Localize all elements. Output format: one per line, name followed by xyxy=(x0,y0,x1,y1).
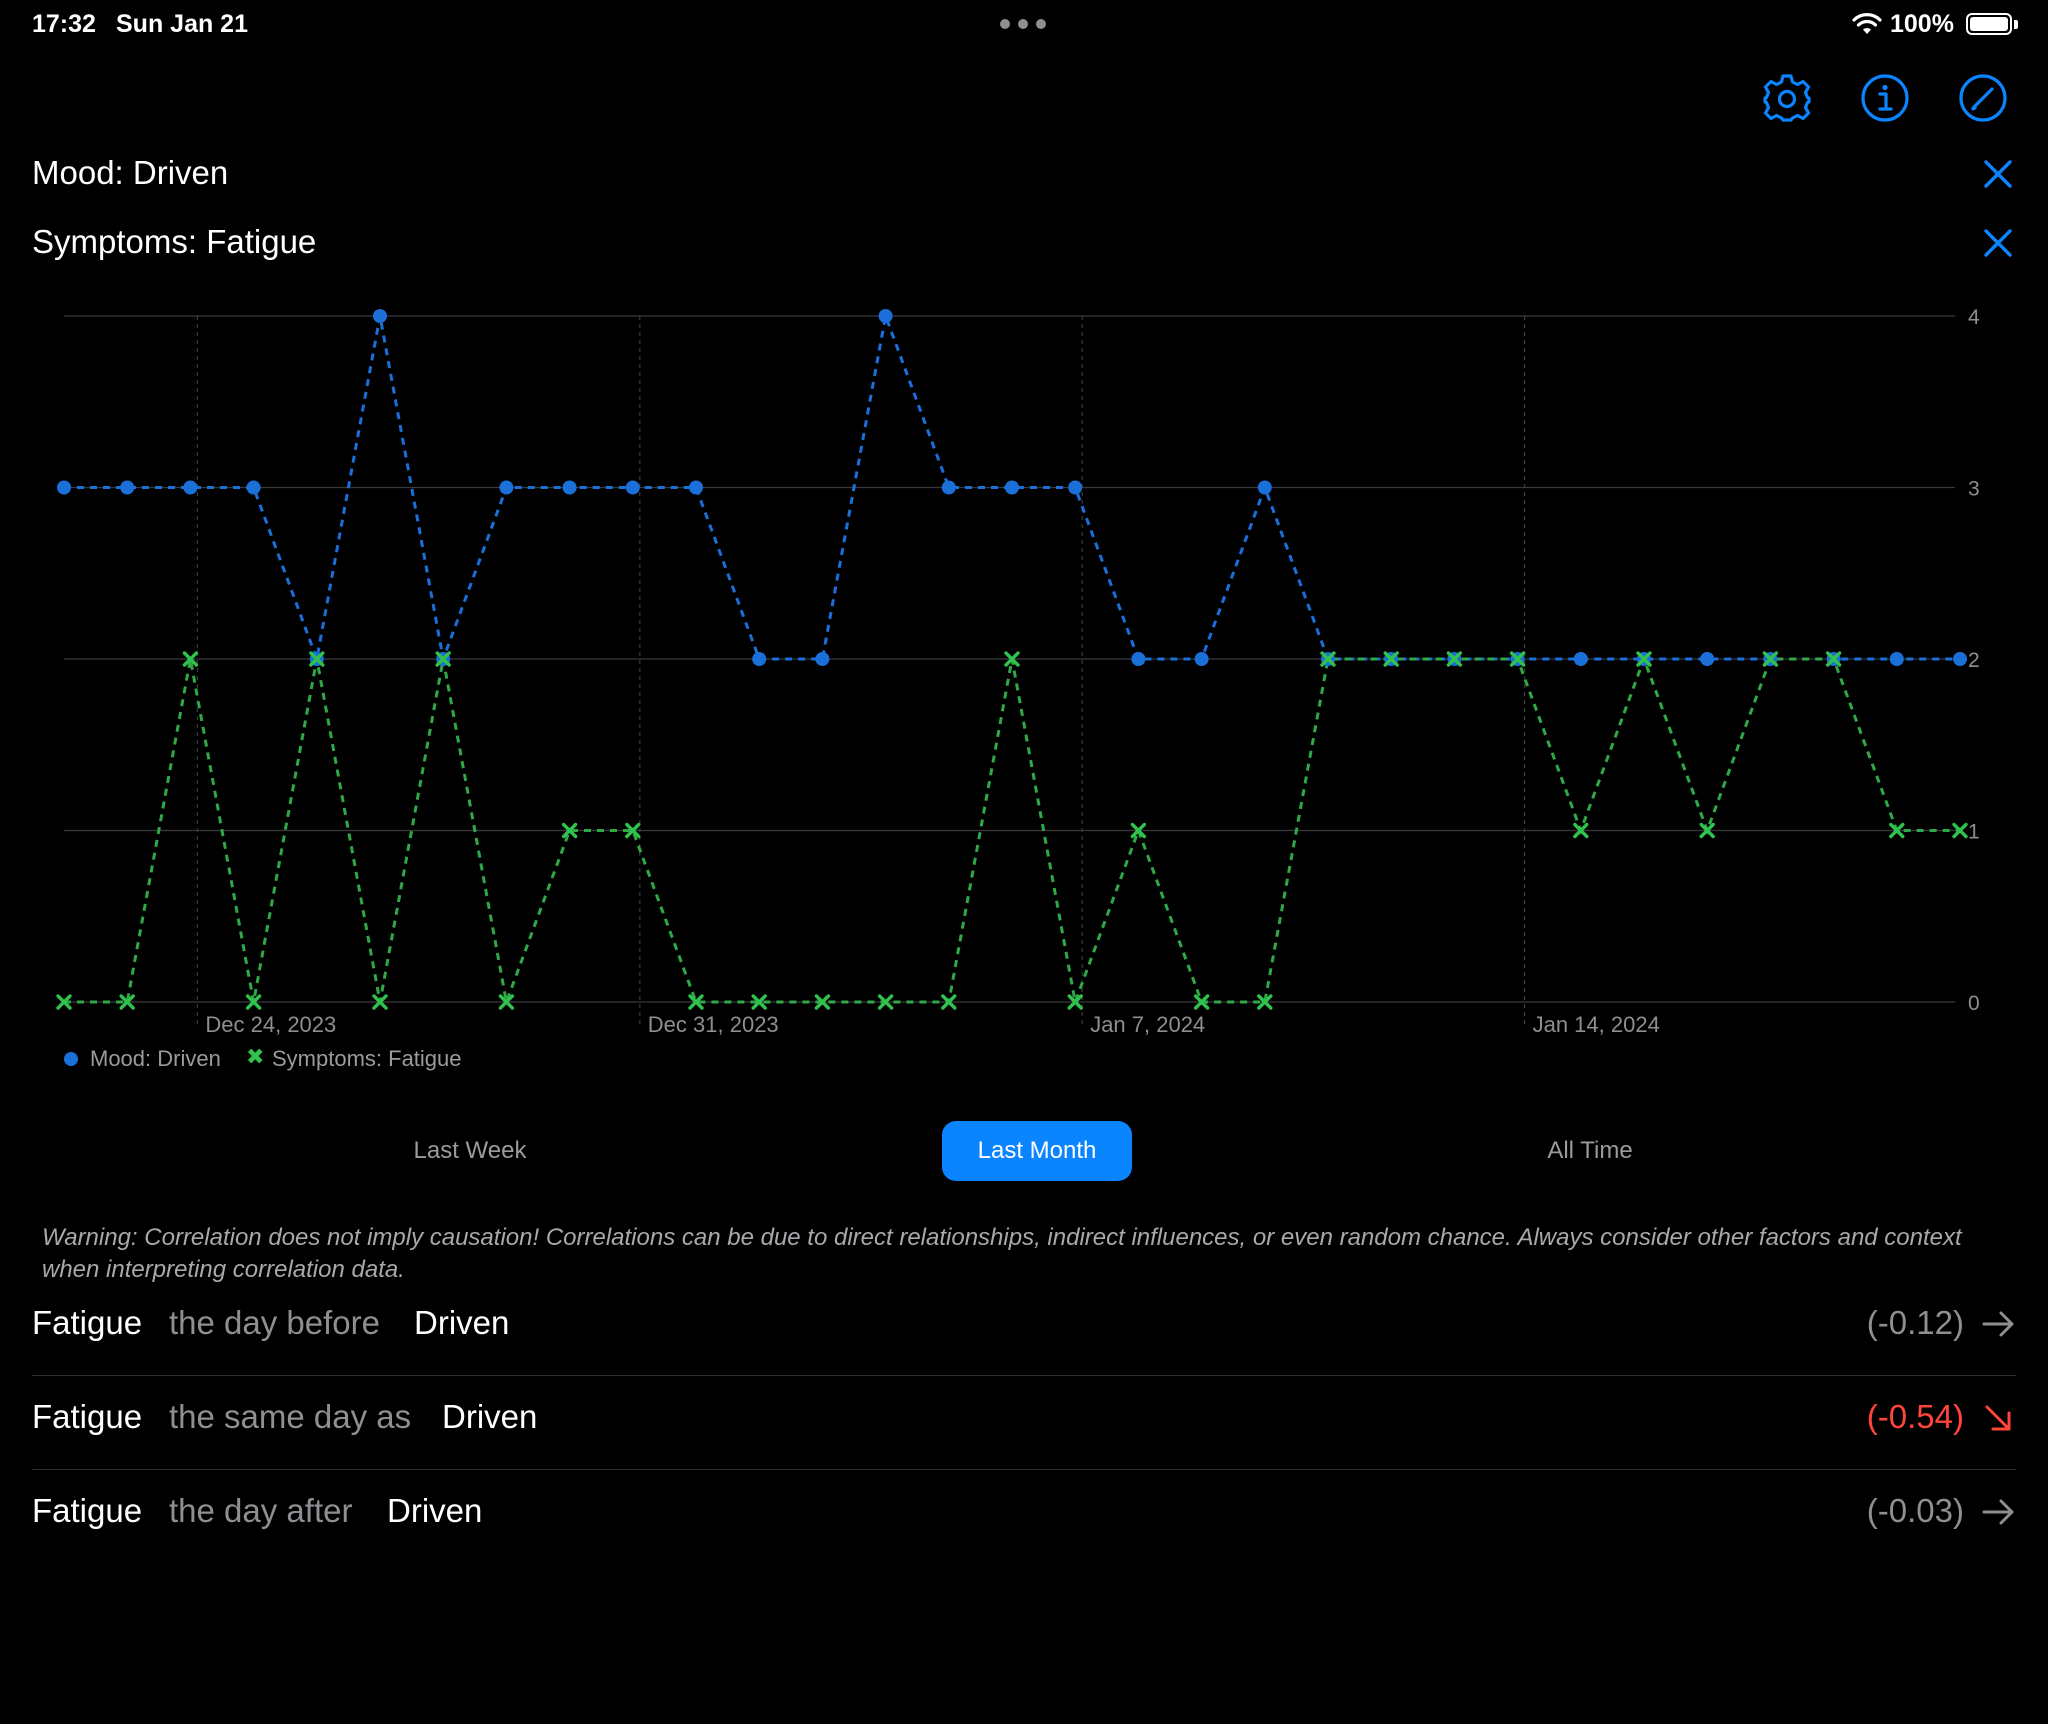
data-point-mood xyxy=(183,480,198,495)
data-point-mood xyxy=(57,480,71,495)
range-all-time-button[interactable]: All Time xyxy=(1500,1121,1680,1181)
wifi-icon xyxy=(1852,12,1882,36)
battery-percentage: 100% xyxy=(1890,10,1954,38)
correlation-line-chart: 0 1 2 3 4 Dec 24, 2023 Dec 31, 2023 Jan 7, 2024… xyxy=(56,306,1980,1037)
data-point-mood xyxy=(373,309,387,323)
y-tick-label: 4 xyxy=(1968,306,1980,329)
legend-label-fatigue: Symptoms: Fatigue xyxy=(272,1046,462,1071)
y-tick-label: 3 xyxy=(1968,478,1980,501)
status-bar: 17:32 Sun Jan 21 100% xyxy=(0,0,2048,48)
data-point-mood xyxy=(562,480,577,495)
correlation-value: (-0.12) xyxy=(1866,1304,1964,1341)
arrow-down-right-icon xyxy=(1980,1400,2016,1436)
arrow-right-icon xyxy=(1980,1306,2016,1342)
remove-symptom-filter-close-icon[interactable] xyxy=(1980,225,2016,261)
correlation-object: Driven xyxy=(387,1492,483,1529)
data-point-mood xyxy=(1131,652,1146,666)
battery-tip xyxy=(2014,20,2018,29)
status-time: 17:32 xyxy=(32,10,96,38)
filter-symptom-label: Symptoms: Fatigue xyxy=(32,223,317,260)
data-point-mood xyxy=(1573,652,1588,666)
data-point-mood xyxy=(1257,480,1272,495)
status-date: Sun Jan 21 xyxy=(116,10,248,38)
y-tick-label: 1 xyxy=(1968,821,1980,844)
x-tick-label: Jan 7, 2024 xyxy=(1090,1012,1205,1037)
data-point-mood xyxy=(878,309,893,323)
multitasking-dots-icon[interactable] xyxy=(1000,19,1046,29)
range-last-month-button[interactable]: Last Month xyxy=(942,1121,1132,1181)
remove-mood-filter-close-icon[interactable] xyxy=(1980,156,2016,192)
x-tick-label: Dec 24, 2023 xyxy=(205,1012,336,1037)
legend-label-mood: Mood: Driven xyxy=(90,1046,221,1071)
data-point-mood xyxy=(499,480,514,495)
gear-icon[interactable] xyxy=(1761,72,1813,124)
data-point-mood xyxy=(1068,480,1083,495)
correlation-subject: Fatigue xyxy=(32,1492,143,1529)
filter-mood-label: Mood: Driven xyxy=(32,154,229,191)
legend-cross-icon: ✖ xyxy=(246,1044,265,1069)
battery-icon xyxy=(1966,13,2012,35)
correlation-row-day-after[interactable]: Fatigue the day after Driven (-0.03) xyxy=(32,1470,2016,1564)
correlation-relation: the day after xyxy=(169,1492,353,1529)
legend-circle-icon xyxy=(64,1052,78,1066)
correlation-warning-text: Warning: Correlation does not imply caus… xyxy=(42,1224,1962,1283)
y-tick-label: 0 xyxy=(1968,992,1980,1015)
arrow-right-icon xyxy=(1980,1494,2016,1530)
correlation-relation: the same day as xyxy=(169,1398,412,1435)
data-point-mood xyxy=(1953,652,1967,666)
data-point-mood xyxy=(815,652,830,666)
data-point-mood xyxy=(941,480,956,495)
correlation-relation: the day before xyxy=(169,1304,380,1341)
correlation-row-same-day[interactable]: Fatigue the same day as Driven (-0.54) xyxy=(32,1376,2016,1470)
x-tick-label: Dec 31, 2023 xyxy=(648,1012,779,1037)
correlation-value: (-0.03) xyxy=(1866,1492,1964,1529)
x-tick-label: Jan 14, 2024 xyxy=(1533,1012,1660,1037)
data-point-mood xyxy=(689,480,703,495)
y-tick-label: 2 xyxy=(1968,649,1980,672)
correlation-value: (-0.54) xyxy=(1866,1398,1964,1435)
compose-icon[interactable] xyxy=(1957,72,2009,124)
correlation-object: Driven xyxy=(442,1398,538,1435)
correlation-row-day-before[interactable]: Fatigue the day before Driven (-0.12) xyxy=(32,1282,2016,1376)
data-point-mood xyxy=(1889,652,1904,666)
correlation-subject: Fatigue xyxy=(32,1304,143,1341)
data-point-mood xyxy=(246,480,261,495)
data-point-mood xyxy=(1005,480,1019,495)
info-icon[interactable] xyxy=(1859,72,1911,124)
range-last-week-button[interactable]: Last Week xyxy=(380,1121,560,1181)
data-point-mood xyxy=(752,652,767,666)
data-point-mood xyxy=(1700,652,1715,666)
data-point-mood xyxy=(1194,652,1209,666)
correlation-object: Driven xyxy=(414,1304,510,1341)
data-point-mood xyxy=(120,480,135,495)
correlation-subject: Fatigue xyxy=(32,1398,143,1435)
data-point-mood xyxy=(625,480,640,495)
